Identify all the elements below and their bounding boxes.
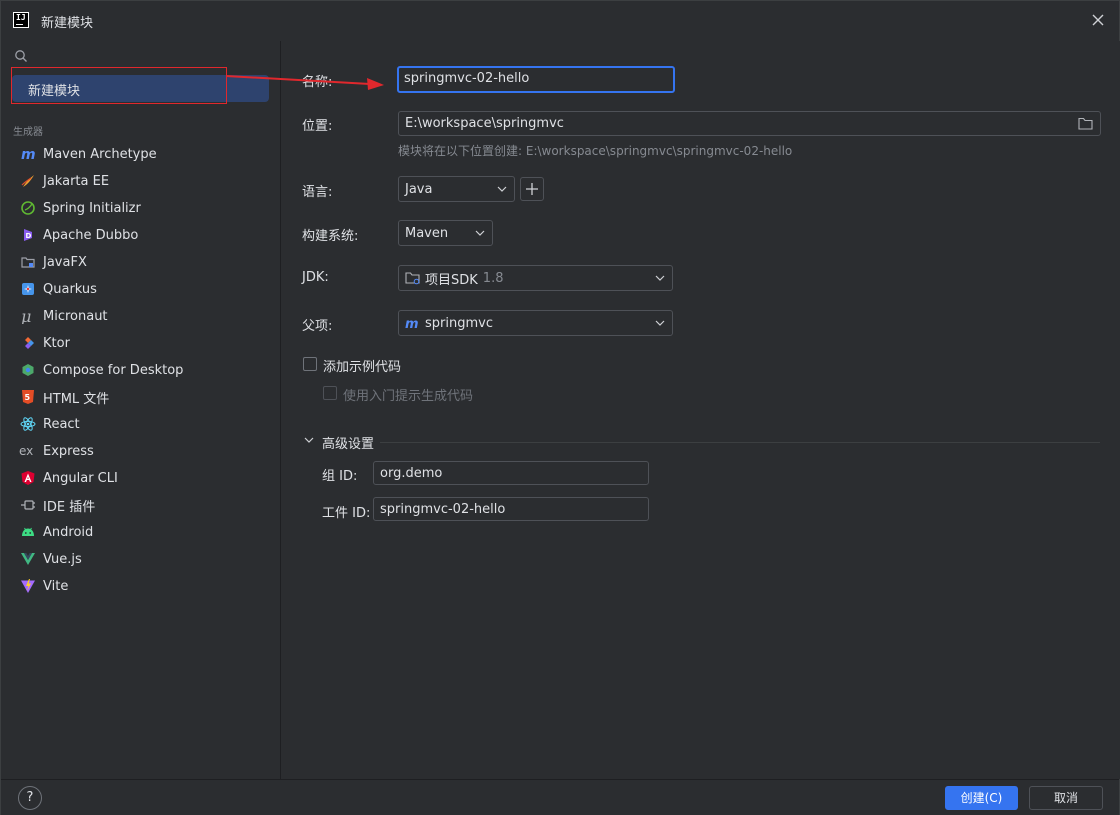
- advanced-settings-toggle[interactable]: 高级设置: [322, 433, 374, 452]
- cancel-button[interactable]: 取消: [1029, 786, 1103, 810]
- new-module-dialog: IJ 新建模块 新建模块 生成器 m Maven Archetype Jakar…: [0, 0, 1120, 815]
- generator-item-micronaut[interactable]: μ Micronaut: [19, 306, 108, 326]
- title-bar: IJ 新建模块: [1, 1, 1119, 41]
- location-hint: 模块将在以下位置创建: E:\workspace\springmvc\sprin…: [398, 144, 793, 158]
- jdk-select[interactable]: 项目SDK 1.8: [398, 265, 673, 291]
- parent-label: 父项:: [302, 319, 333, 334]
- artifact-id-label: 工件 ID:: [322, 506, 371, 521]
- location-field[interactable]: E:\workspace\springmvc: [398, 111, 1101, 136]
- intellij-logo-icon: IJ: [13, 12, 29, 28]
- jdk-label: JDK:: [302, 270, 329, 285]
- generators-section-title: 生成器: [13, 127, 43, 138]
- generator-item-android[interactable]: Android: [19, 522, 93, 542]
- generator-item-vite[interactable]: Vite: [19, 576, 68, 596]
- sidebar-item-new-module[interactable]: 新建模块: [12, 75, 269, 102]
- generator-item-angular-cli[interactable]: Angular CLI: [19, 468, 118, 488]
- dialog-title: 新建模块: [41, 16, 94, 31]
- onboarding-tips-checkbox[interactable]: [323, 386, 337, 400]
- jakarta-icon: [19, 172, 37, 190]
- generator-item-ide-plugin[interactable]: IDE 插件: [19, 495, 95, 515]
- add-sample-code-checkbox[interactable]: [303, 357, 317, 371]
- generator-item-apache-dubbo[interactable]: D Apache Dubbo: [19, 225, 138, 245]
- module-settings-panel: 名称: springmvc-02-hello 位置: E:\workspace\…: [282, 41, 1120, 779]
- generator-item-javafx[interactable]: JavaFX: [19, 252, 87, 272]
- help-button[interactable]: ?: [18, 786, 42, 810]
- group-id-field[interactable]: org.demo: [373, 461, 649, 485]
- svg-text:m: m: [405, 317, 419, 330]
- generator-item-jakarta-ee[interactable]: Jakarta EE: [19, 171, 109, 191]
- react-icon: [19, 415, 37, 433]
- chevron-down-icon[interactable]: [304, 436, 314, 444]
- compose-icon: [19, 361, 37, 379]
- svg-text:m: m: [21, 147, 36, 162]
- generator-item-compose-desktop[interactable]: Compose for Desktop: [19, 360, 183, 380]
- vite-icon: [19, 577, 37, 595]
- generator-item-html-file[interactable]: 5 HTML 文件: [19, 387, 109, 407]
- dubbo-icon: D: [19, 226, 37, 244]
- build-system-select[interactable]: Maven: [398, 220, 493, 246]
- svg-text:μ: μ: [21, 308, 31, 324]
- android-icon: [19, 523, 37, 541]
- generator-item-express[interactable]: ex Express: [19, 441, 94, 461]
- location-label: 位置:: [302, 119, 333, 134]
- angular-icon: [19, 469, 37, 487]
- micronaut-icon: μ: [19, 307, 37, 325]
- add-language-button[interactable]: [520, 177, 544, 201]
- parent-select[interactable]: m springmvc: [398, 310, 673, 336]
- vue-icon: [19, 550, 37, 568]
- chevron-down-icon: [655, 275, 665, 281]
- language-select[interactable]: Java: [398, 176, 515, 202]
- generator-item-quarkus[interactable]: Quarkus: [19, 279, 97, 299]
- generator-item-ktor[interactable]: Ktor: [19, 333, 70, 353]
- generator-item-spring-initializr[interactable]: Spring Initializr: [19, 198, 141, 218]
- javafx-icon: [19, 253, 37, 271]
- spring-icon: [19, 199, 37, 217]
- create-button[interactable]: 创建(C): [945, 786, 1018, 810]
- plus-icon: [526, 183, 538, 195]
- build-system-label: 构建系统:: [302, 229, 359, 244]
- chevron-down-icon: [497, 186, 507, 192]
- html-icon: 5: [19, 388, 37, 406]
- svg-text:D: D: [26, 232, 32, 240]
- name-label: 名称:: [302, 75, 333, 90]
- maven-icon: m: [19, 145, 37, 163]
- close-icon[interactable]: [1089, 11, 1107, 29]
- dialog-footer: ? 创建(C) 取消: [1, 779, 1119, 815]
- plugin-icon: [19, 496, 37, 514]
- ktor-icon: [19, 334, 37, 352]
- chevron-down-icon: [475, 230, 485, 236]
- search-icon[interactable]: [14, 49, 28, 63]
- svg-text:ex: ex: [19, 444, 33, 458]
- svg-text:5: 5: [25, 393, 31, 402]
- generator-item-vuejs[interactable]: Vue.js: [19, 549, 82, 569]
- sidebar: 新建模块 生成器 m Maven Archetype Jakarta EE Sp…: [1, 41, 281, 779]
- quarkus-icon: [19, 280, 37, 298]
- language-label: 语言:: [302, 185, 333, 200]
- group-id-label: 组 ID:: [322, 469, 358, 484]
- sdk-folder-icon: [405, 272, 420, 285]
- folder-browse-icon[interactable]: [1078, 117, 1093, 130]
- maven-icon: m: [405, 317, 419, 330]
- section-divider: [380, 442, 1100, 443]
- chevron-down-icon: [655, 320, 665, 326]
- artifact-id-field[interactable]: springmvc-02-hello: [373, 497, 649, 521]
- generator-item-react[interactable]: React: [19, 414, 80, 434]
- add-sample-code-label: 添加示例代码: [323, 360, 402, 375]
- name-field[interactable]: springmvc-02-hello: [397, 66, 675, 93]
- onboarding-tips-label: 使用入门提示生成代码: [343, 389, 474, 404]
- express-icon: ex: [19, 442, 37, 460]
- generator-item-maven-archetype[interactable]: m Maven Archetype: [19, 144, 157, 164]
